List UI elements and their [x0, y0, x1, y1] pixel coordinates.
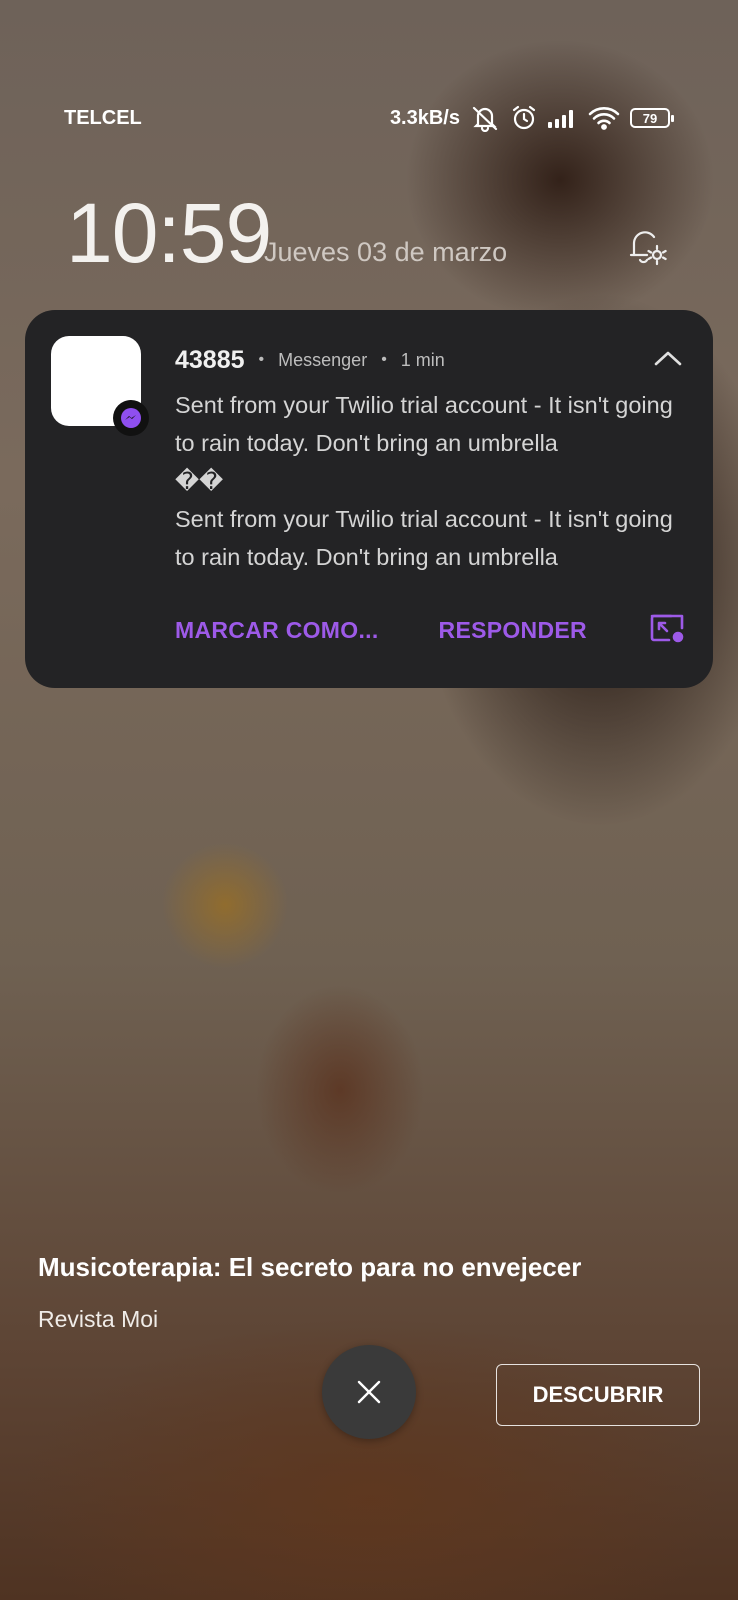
time-ago: 1 min [400, 349, 445, 370]
notification-actions: MARCAR COMO... RESPONDER [175, 610, 685, 650]
net-speed: 3.3kB/s [389, 106, 460, 129]
messenger-icon [113, 400, 149, 436]
status-bar: TELCEL 3.3kB/s 79 [64, 100, 674, 136]
message-line: �� [175, 468, 224, 494]
alarm-icon [510, 104, 538, 132]
wifi-icon [588, 106, 620, 130]
message-body: Sent from your Twilio trial account - It… [175, 386, 685, 576]
messenger-notification[interactable]: 43885 • Messenger • 1 min Sent from your… [25, 310, 713, 688]
reply-button[interactable]: RESPONDER [439, 617, 587, 644]
carrier-label: TELCEL [64, 106, 142, 129]
picture-in-picture-icon[interactable] [649, 612, 685, 649]
separator-dot: • [258, 351, 265, 368]
discover-button[interactable]: DESCUBRIR [496, 1364, 700, 1426]
battery-icon: 79 [630, 108, 674, 128]
message-line: Sent from your Twilio trial account - It… [175, 506, 673, 570]
signal-icon [548, 107, 578, 129]
chevron-up-icon[interactable] [653, 348, 683, 373]
sender-name: 43885 [175, 345, 245, 374]
notification-settings-icon[interactable] [626, 225, 670, 274]
clock: 10:59 [66, 186, 272, 280]
close-button[interactable] [322, 1345, 416, 1439]
app-name: Messenger [278, 349, 368, 370]
clock-area: 10:59 Jueves 03 de marzo [66, 185, 672, 280]
article-source: Revista Moi [38, 1306, 159, 1332]
separator-dot: • [381, 351, 387, 368]
close-icon [357, 1380, 381, 1404]
date-label: Jueves 03 de marzo [264, 237, 508, 267]
bell-off-icon [470, 104, 500, 132]
article-title[interactable]: Musicoterapia: El secreto para no enveje… [38, 1252, 581, 1283]
mark-as-button[interactable]: MARCAR COMO... [175, 617, 379, 644]
message-line: Sent from your Twilio trial account - It… [175, 392, 673, 456]
notification-header: 43885 • Messenger • 1 min [175, 340, 683, 380]
